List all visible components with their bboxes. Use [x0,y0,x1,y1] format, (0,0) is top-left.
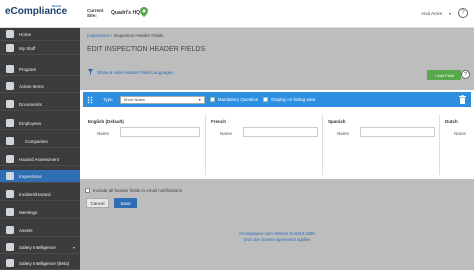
chart-icon [6,243,14,251]
help-icon[interactable]: ? [458,8,468,18]
sidebar-item-label: Companies [25,138,48,144]
display-listing-label: Display on listing view [271,97,316,102]
sidebar-item-label: Employees [19,120,42,126]
chevron-down-icon: ▾ [198,97,201,102]
breadcrumb-separator: / [111,33,113,38]
name-input-spanish[interactable] [360,127,435,137]
sidebar-nav: Home My Stuff Program Action Items Docum… [0,28,80,270]
sidebar-item-action-items[interactable]: Action Items [0,80,80,93]
footer: eCompliance.com Version 12.6314.2295 End… [80,231,474,243]
sidebar-item-label: Action Items [19,83,44,89]
home-icon [6,30,14,38]
chevron-down-icon: ▾ [72,244,75,250]
logo-badge: Mobile [52,4,62,8]
sidebar-item-safety-intelligence[interactable]: Safety Intelligence ▾ [0,241,80,254]
toggle-languages-label: Show & Hide Header Field Languages [97,69,174,75]
filter-icon [88,69,93,75]
sidebar-item-inspections[interactable]: Inspections [0,170,80,183]
incident-icon [6,190,14,198]
site-name[interactable]: Quadri's HQ [111,10,140,16]
main-content: Inspections / Inspection Header Fields E… [80,28,474,270]
language-name: Dutch [445,119,458,124]
language-column-english: English (Default) Name [83,115,206,175]
program-icon [6,65,14,73]
sidebar-item-my-stuff[interactable]: My Stuff [0,42,80,55]
page-title: EDIT INSPECTION HEADER FIELDS [87,46,206,53]
breadcrumb: Inspections / Inspection Header Fields [87,33,163,38]
sidebar-item-incident-hazard[interactable]: Incident/Hazard [0,188,80,201]
sidebar-item-label: Assets [19,227,33,233]
sidebar-item-label: Documents [19,101,42,107]
sidebar-item-companies[interactable]: Companies [0,135,80,148]
drag-handle-icon[interactable] [87,96,93,104]
asset-icon [6,226,14,234]
name-label: Name [454,131,467,136]
sidebar-item-label: Hazard Assessment [19,156,60,162]
sidebar-item-safety-intelligence-beta[interactable]: Safety Intelligence (Beta) [0,257,80,270]
sidebar-item-employees[interactable]: Employees [0,117,80,130]
language-name: French [211,119,227,124]
display-listing-checkbox[interactable] [263,97,269,102]
sidebar-item-meetings[interactable]: Meetings [0,206,80,219]
sidebar-item-home[interactable]: Home [0,28,80,41]
language-name: English (Default) [88,119,124,124]
document-icon [6,100,14,108]
cancel-button[interactable]: Cancel [86,198,109,208]
user-name[interactable]: Anul Arora [421,11,442,16]
sidebar-item-assets[interactable]: Assets [0,224,80,237]
help-icon[interactable]: ? [461,70,470,79]
trash-icon[interactable] [459,95,466,104]
add-field-button[interactable]: + Add Field [427,70,461,80]
language-column-dutch: Dutch Name [440,115,471,175]
header-field-card: Type Short Notes ▾ Mandatory Question Di… [80,90,474,179]
folder-icon [6,44,14,52]
name-label: Name [97,131,110,136]
location-pin-icon[interactable] [140,7,148,17]
sidebar-item-documents[interactable]: Documents [0,98,80,111]
sidebar-item-hazard-assessment[interactable]: Hazard Assessment [0,153,80,166]
top-bar: eCompliance Mobile Current Site: Quadri's… [0,0,474,28]
breadcrumb-current: Inspection Header Fields [113,33,164,38]
toggle-languages-link[interactable]: Show & Hide Header Field Languages [88,69,174,75]
sidebar-item-label: Incident/Hazard [19,191,51,197]
name-input-english[interactable] [120,127,200,137]
hazard-icon [6,155,14,163]
sidebar-item-label: My Stuff [19,45,36,51]
name-input-french[interactable] [243,127,318,137]
sidebar-item-program[interactable]: Program [0,63,80,76]
language-name: Spanish [328,119,346,124]
license-link[interactable]: End user license agreement applies [80,237,474,243]
employee-icon [6,119,14,127]
meeting-icon [6,208,14,216]
name-label: Name [337,131,350,136]
sidebar-item-label: Meetings [19,209,38,215]
field-type-select[interactable]: Short Notes ▾ [119,95,205,104]
language-columns: English (Default) Name French Name Spani… [83,115,471,175]
user-menu-caret-icon[interactable]: ▾ [449,11,451,16]
breadcrumb-inspections-link[interactable]: Inspections [87,33,110,38]
type-label: Type [103,97,113,102]
field-type-value: Short Notes [123,97,145,102]
sidebar-item-label: Safety Intelligence (Beta) [19,260,70,266]
sidebar-item-label: Inspections [19,173,42,179]
language-column-french: French Name [206,115,323,175]
field-header-bar: Type Short Notes ▾ Mandatory Question Di… [83,92,471,107]
name-label: Name [220,131,233,136]
current-site-label: Current Site: [87,8,104,18]
save-button[interactable]: Save [114,198,137,208]
mandatory-checkbox[interactable] [209,97,215,102]
checklist-icon [6,82,14,90]
inspection-icon [6,172,14,180]
mandatory-label: Mandatory Question [217,97,259,102]
sidebar-item-label: Safety Intelligence [19,244,56,250]
sidebar-item-label: Home [19,31,32,37]
include-fields-checkbox[interactable] [85,188,90,193]
company-icon [6,137,14,145]
chart-icon [6,259,14,267]
sidebar-item-label: Program [19,66,37,72]
include-fields-row: Include all header fields in email notif… [85,188,182,193]
include-fields-label: Include all header fields in email notif… [93,188,183,193]
language-column-spanish: Spanish Name [323,115,440,175]
